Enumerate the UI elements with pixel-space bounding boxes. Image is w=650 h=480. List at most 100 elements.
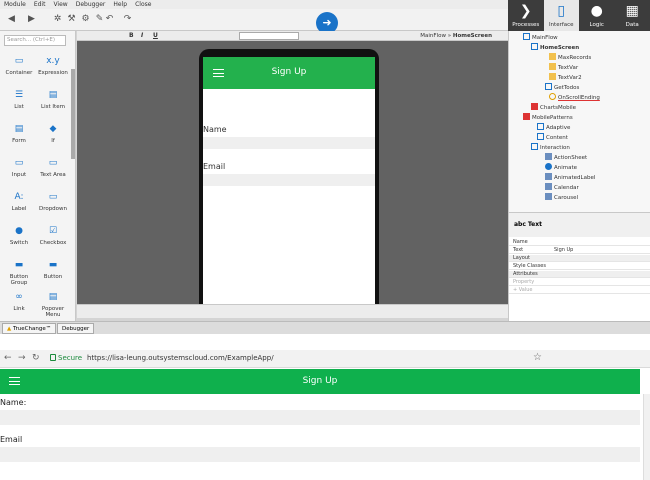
address-bar[interactable]: https://lisa-leung.outsystemscloud.com/E… [87, 354, 274, 362]
widget-button[interactable]: ▬ Button [36, 257, 70, 287]
undo-icon[interactable]: ↶ [104, 14, 115, 25]
back-icon[interactable]: ◀ [6, 14, 17, 25]
menu-close[interactable]: Close [131, 0, 155, 9]
page-scrollbar[interactable] [643, 394, 650, 480]
toolbox-scrollbar[interactable] [71, 69, 75, 159]
name-input[interactable] [203, 137, 375, 149]
bottom-tabs: ▲ TrueChange™ Debugger [0, 321, 650, 334]
tree-item-interaction[interactable]: Interaction [531, 143, 570, 152]
widget-input[interactable]: ▭ Input [2, 155, 36, 185]
prop-row[interactable]: + Value [509, 287, 650, 294]
form-icon: ▤ [14, 124, 24, 134]
variable-icon [549, 53, 556, 60]
widget-list[interactable]: ☰ List [2, 87, 36, 117]
tree-item-adaptive[interactable]: Adaptive [537, 123, 570, 132]
name-label: Name: [0, 398, 27, 407]
button-icon: ▬ [48, 260, 58, 270]
email-label: Email [0, 435, 23, 444]
email-input[interactable] [203, 174, 375, 186]
tree-item-animatedlabel[interactable]: AnimatedLabel [545, 173, 595, 182]
phone-header[interactable]: Sign Up [203, 57, 375, 89]
forward-icon[interactable]: → [18, 353, 26, 363]
widget-checkbox[interactable]: ☑ Checkbox [36, 223, 70, 253]
folder-icon [531, 143, 538, 150]
prop-row[interactable]: Property [509, 279, 650, 286]
widget-dropdown[interactable]: ▭ Dropdown [36, 189, 70, 219]
tree-item-calendar[interactable]: Calendar [545, 183, 579, 192]
star-icon[interactable]: ☆ [533, 352, 542, 363]
widget-button-group[interactable]: ▬ Button Group [2, 257, 36, 287]
compare-icon[interactable]: ⚙ [80, 14, 91, 25]
reload-icon[interactable]: ↻ [32, 353, 40, 363]
widget-switch[interactable]: ● Switch [2, 223, 36, 253]
tree-item-onscrollending[interactable]: OnScrollEnding [549, 93, 600, 102]
debugger-tab[interactable]: Debugger [57, 323, 95, 334]
phone-title[interactable]: Sign Up [203, 67, 375, 77]
tree-item-gettodos[interactable]: GetTodos [545, 83, 579, 92]
italic-button[interactable]: I [141, 31, 143, 41]
toolbox-search-input[interactable]: Search... (Ctrl+E) [4, 35, 66, 46]
action-icon [549, 93, 556, 100]
truechange-tab[interactable]: ▲ TrueChange™ [2, 323, 57, 334]
tab-interface[interactable]: ▯ Interface [543, 0, 579, 31]
forward-icon[interactable]: ▶ [26, 14, 37, 25]
menu-module[interactable]: Module [0, 0, 30, 9]
breadcrumb-screen[interactable]: HomeScreen [453, 33, 492, 39]
tree-item-mainflow[interactable]: MainFlow [523, 33, 558, 42]
tab-data[interactable]: ▦ Data [615, 0, 650, 31]
tree-item-actionsheet[interactable]: ActionSheet [545, 153, 587, 162]
tab-logic[interactable]: ● Logic [579, 0, 615, 31]
gear-icon[interactable]: ✲ [52, 14, 63, 25]
menu-view[interactable]: View [49, 0, 71, 9]
menu-help[interactable]: Help [109, 0, 131, 9]
properties-header: abc Text [509, 213, 650, 237]
widget-list-item[interactable]: ▤ List Item [36, 87, 70, 117]
tree-item-maxrecords[interactable]: MaxRecords [549, 53, 591, 62]
name-label[interactable]: Name [203, 125, 227, 134]
widget-expression[interactable]: x.y Expression [36, 53, 70, 83]
tree-item-textvar[interactable]: TextVar [549, 63, 578, 72]
prop-row[interactable]: Style Classes [509, 263, 650, 270]
prop-section[interactable]: Attributes [509, 271, 650, 278]
widget-form[interactable]: ▤ Form [2, 121, 36, 151]
widget-link[interactable]: ∞ Link [2, 289, 36, 319]
widget-if[interactable]: ◆ If [36, 121, 70, 151]
email-label[interactable]: Email [203, 162, 225, 171]
module-icon [531, 103, 538, 110]
name-input[interactable] [0, 410, 640, 425]
menu-debugger[interactable]: Debugger [72, 0, 110, 9]
tree-item-animate[interactable]: Animate [545, 163, 577, 172]
link-icon: ∞ [15, 292, 23, 302]
breadcrumb-flow[interactable]: MainFlow [420, 33, 446, 39]
widget-popover-menu[interactable]: ▤ Popover Menu [36, 289, 70, 319]
style-class-dropdown[interactable] [239, 32, 299, 40]
underline-button[interactable]: U [153, 31, 158, 41]
list-icon: ☰ [14, 90, 24, 100]
tree-item-homescreen[interactable]: HomeScreen [531, 43, 579, 52]
tree-item-carousel[interactable]: Carousel [545, 193, 578, 202]
tree-item-textvar2[interactable]: TextVar2 [549, 73, 582, 82]
back-icon[interactable]: ← [4, 353, 12, 363]
screen-canvas[interactable]: Sign Up Name Email [77, 41, 508, 304]
phone-screen: Sign Up Name Email [203, 57, 375, 304]
tree-item-content[interactable]: Content [537, 133, 568, 142]
email-input[interactable] [0, 447, 640, 462]
prop-row[interactable]: Text Sign Up [509, 247, 650, 254]
widget-container[interactable]: ▭ Container [2, 53, 36, 83]
prop-row[interactable]: Name [509, 239, 650, 246]
menu-edit[interactable]: Edit [30, 0, 50, 9]
bold-button[interactable]: B [129, 31, 134, 41]
interface-icon: ▯ [557, 3, 566, 19]
breadcrumb: MainFlow » HomeScreen [420, 33, 492, 39]
app-header: Sign Up [0, 369, 640, 394]
publish-icon[interactable]: ⚒ [66, 14, 77, 25]
tree-item-mobilepatterns[interactable]: MobilePatterns [523, 113, 573, 122]
widget-label[interactable]: A: Label [2, 189, 36, 219]
prop-section[interactable]: Layout [509, 255, 650, 262]
widget-text-area[interactable]: ▭ Text Area [36, 155, 70, 185]
redo-icon[interactable]: ↷ [122, 14, 133, 25]
input-icon: ▭ [14, 158, 24, 168]
processes-icon: ❯ [519, 3, 532, 19]
tab-processes[interactable]: ❯ Processes [508, 0, 544, 31]
tree-item-chartsmobile[interactable]: ChartsMobile [531, 103, 576, 112]
